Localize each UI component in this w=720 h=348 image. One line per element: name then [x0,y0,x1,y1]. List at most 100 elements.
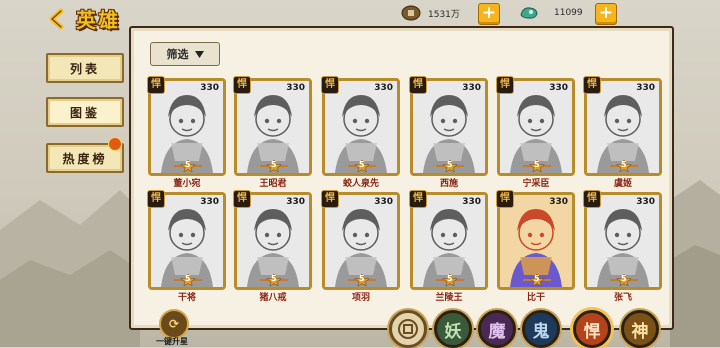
hero-card[interactable]: 330 5 悍 [233,76,312,176]
hero-type-badge: 悍 [496,190,514,208]
hero-name: 虞姬 [613,179,632,189]
hero-level: 330 [549,197,568,207]
coin-emblem-icon [398,319,418,339]
hero-name: 张飞 [613,293,632,303]
star-rank: 5 [519,160,555,172]
star-rank: 5 [432,160,468,172]
star-rank: 5 [519,274,555,286]
faction-label: 鬼 [532,321,550,342]
jade-icon [518,4,540,22]
star-count: 5 [447,274,453,283]
faction-fierce-button[interactable]: 悍 [573,310,611,348]
hero-type-badge: 悍 [233,76,251,94]
faction-devil-button[interactable]: 魔 [478,310,516,348]
star-count: 5 [534,274,540,283]
star-count: 5 [359,274,365,283]
hero-name: 猪八戒 [259,293,287,303]
notification-badge [108,137,122,151]
hero-card[interactable]: 330 5 悍 [321,76,400,176]
hero-level: 330 [200,197,219,207]
hero-card[interactable]: 330 5 悍 [409,76,488,176]
hero-type-badge: 悍 [233,190,251,208]
star-rank: 5 [344,160,380,172]
star-rank: 5 [256,274,292,286]
back-button[interactable] [40,4,74,34]
hero-level: 330 [462,197,481,207]
hero-name: 干将 [177,293,196,303]
jade-resource: 11099 [518,3,583,23]
sidebar-item-codex[interactable]: 图鉴 [46,97,124,127]
one-click-upgrade-button[interactable]: ⟳ 一键升星 [152,309,192,347]
hero-level: 330 [462,83,481,93]
faction-demon-button[interactable]: 妖 [434,310,472,348]
hero-type-badge: 悍 [409,190,427,208]
add-jade-button[interactable]: + [595,3,617,25]
filter-label: 筛选 [166,48,189,61]
hero-card[interactable]: 330 5 悍 [496,190,575,290]
sidebar-item-label: 热度榜 [62,151,108,166]
hero-name: 王昭君 [259,179,287,189]
sidebar-item-list[interactable]: 列表 [46,53,124,83]
hero-name: 蛟人泉先 [342,179,379,189]
hero-level: 330 [286,83,305,93]
hero-name: 宁采臣 [522,179,550,189]
faction-label: 悍 [583,321,601,342]
star-rank: 5 [256,160,292,172]
star-rank: 5 [344,274,380,286]
hero-type-badge: 悍 [147,76,165,94]
star-count: 5 [621,160,627,169]
add-coin-button[interactable]: + [478,3,500,25]
hero-card[interactable]: 330 5 悍 [147,190,226,290]
hero-level: 330 [636,83,655,93]
hero-name: 兰陵王 [435,293,463,303]
star-count: 5 [534,160,540,169]
hero-name: 董小宛 [173,179,201,189]
star-rank: 5 [606,160,642,172]
hero-name: 项羽 [351,293,370,303]
hero-level: 330 [286,197,305,207]
jade-amount: 11099 [554,8,583,18]
hero-name: 比干 [526,293,545,303]
hero-type-badge: 悍 [409,76,427,94]
hero-level: 330 [374,197,393,207]
star-rank: 5 [606,274,642,286]
hero-type-badge: 悍 [496,76,514,94]
hero-card[interactable]: 330 5 悍 [321,190,400,290]
hero-card[interactable]: 330 5 悍 [147,76,226,176]
star-count: 5 [271,274,277,283]
sidebar-item-label: 列表 [69,61,100,76]
coin-resource: 1531万 [400,3,460,23]
coin-amount: 1531万 [428,9,460,20]
hero-type-badge: 悍 [147,190,165,208]
faction-label: 魔 [488,321,506,342]
page-title: 英雄 [76,8,120,32]
hero-card[interactable]: 330 5 悍 [496,76,575,176]
hero-card[interactable]: 330 5 悍 [583,190,662,290]
hero-card[interactable]: 330 5 悍 [233,190,312,290]
star-count: 5 [447,160,453,169]
hero-level: 330 [200,83,219,93]
hero-name: 西施 [439,179,458,189]
star-rank: 5 [170,160,206,172]
upgrade-label: 一键升星 [156,337,188,346]
star-rank: 5 [432,274,468,286]
upgrade-icon: ⟳ [159,309,189,339]
sidebar-item-label: 图鉴 [69,105,100,120]
hero-type-badge: 悍 [583,76,601,94]
faction-all-button[interactable] [389,310,427,348]
hero-type-badge: 悍 [321,190,339,208]
star-rank: 5 [170,274,206,286]
star-count: 5 [185,274,191,283]
coin-icon [400,4,422,22]
hero-type-badge: 悍 [321,76,339,94]
filter-button[interactable]: 筛选 [150,42,220,66]
faction-ghost-button[interactable]: 鬼 [522,310,560,348]
back-arrow-icon [49,8,64,30]
faction-god-button[interactable]: 神 [621,310,659,348]
hero-card[interactable]: 330 5 悍 [583,76,662,176]
faction-label: 妖 [444,321,462,342]
hero-level: 330 [549,83,568,93]
hero-type-badge: 悍 [583,190,601,208]
star-count: 5 [185,160,191,169]
hero-card[interactable]: 330 5 悍 [409,190,488,290]
